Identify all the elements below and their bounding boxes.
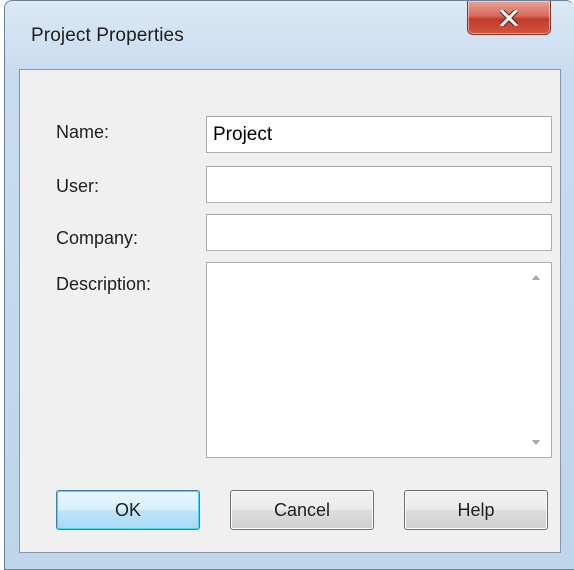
description-field[interactable] xyxy=(206,262,552,458)
scroll-up-arrow-icon[interactable] xyxy=(521,263,551,291)
name-field[interactable]: Project xyxy=(206,116,552,153)
cancel-button[interactable]: Cancel xyxy=(230,490,374,530)
ok-button[interactable]: OK xyxy=(56,490,200,530)
name-label: Name: xyxy=(56,122,110,142)
dialog-title: Project Properties xyxy=(31,25,184,46)
close-icon xyxy=(500,10,518,26)
user-label: User: xyxy=(56,176,100,196)
close-button[interactable] xyxy=(467,1,551,35)
scroll-down-icon xyxy=(532,440,540,445)
help-button[interactable]: Help xyxy=(404,490,548,530)
company-label: Company: xyxy=(56,228,139,248)
description-label: Description: xyxy=(56,274,152,294)
dialog-client-area: Name: Project User: Company: Description… xyxy=(19,69,561,553)
scroll-down-arrow-icon[interactable] xyxy=(521,429,551,457)
scroll-up-icon xyxy=(532,275,540,280)
project-properties-dialog: Project Properties Name: Project User: C… xyxy=(4,0,574,570)
company-field[interactable] xyxy=(206,214,552,251)
description-scrollbar[interactable] xyxy=(521,263,551,457)
user-field[interactable] xyxy=(206,166,552,203)
